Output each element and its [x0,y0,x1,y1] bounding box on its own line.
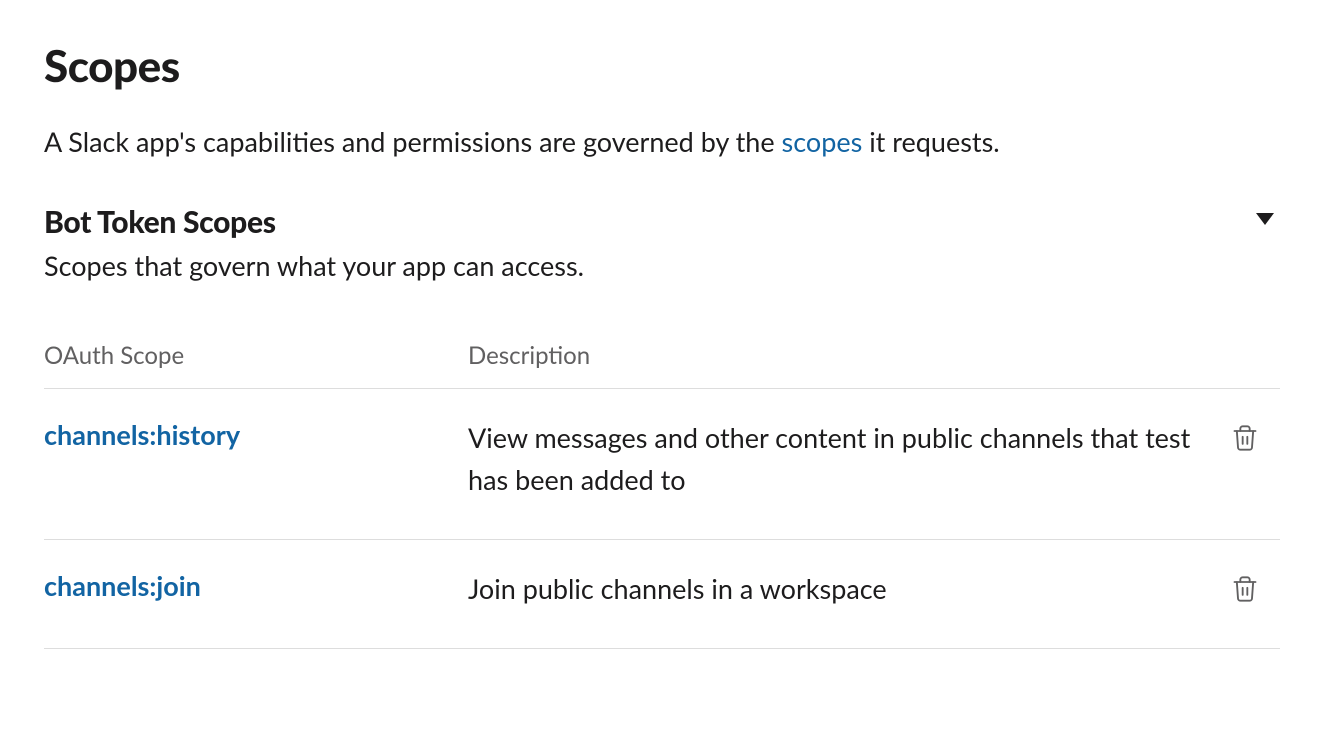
scopes-link[interactable]: scopes [782,125,863,158]
scope-description: Join public channels in a workspace [468,572,967,605]
scope-description: View messages and other content in publi… [468,421,1190,496]
delete-scope-button[interactable] [1225,417,1265,459]
action-cell [1210,417,1280,459]
scopes-table: OAuth Scope Description channels:history… [44,341,1280,649]
caret-down-icon [1256,213,1274,225]
page-title: Scopes [44,40,1280,92]
table-row: channels:join Join public channels in a … [44,540,1280,649]
intro-suffix: it requests. [862,125,999,158]
intro-prefix: A Slack app's capabilities and permissio… [44,125,782,158]
trash-icon [1231,423,1259,453]
scope-cell: channels:join [44,568,468,603]
action-cell [1210,568,1280,610]
header-description: Description [468,341,1210,370]
delete-scope-button[interactable] [1225,568,1265,610]
table-header: OAuth Scope Description [44,341,1280,389]
section-header-text: Bot Token Scopes Scopes that govern what… [44,204,1256,284]
scope-cell: channels:history [44,417,468,452]
scope-link-channels-history[interactable]: channels:history [44,418,240,451]
description-cell: Join public channels in a workspace [468,568,1210,610]
intro-text: A Slack app's capabilities and permissio… [44,124,1280,160]
collapse-toggle[interactable] [1256,210,1274,229]
header-action [1210,341,1280,370]
table-row: channels:history View messages and other… [44,389,1280,540]
trash-icon [1231,574,1259,604]
bot-token-scopes-header: Bot Token Scopes Scopes that govern what… [44,204,1280,284]
header-oauth-scope: OAuth Scope [44,341,468,370]
description-cell: View messages and other content in publi… [468,417,1210,501]
section-title: Bot Token Scopes [44,204,1256,240]
section-subtitle: Scopes that govern what your app can acc… [44,248,1256,284]
scope-link-channels-join[interactable]: channels:join [44,569,201,602]
